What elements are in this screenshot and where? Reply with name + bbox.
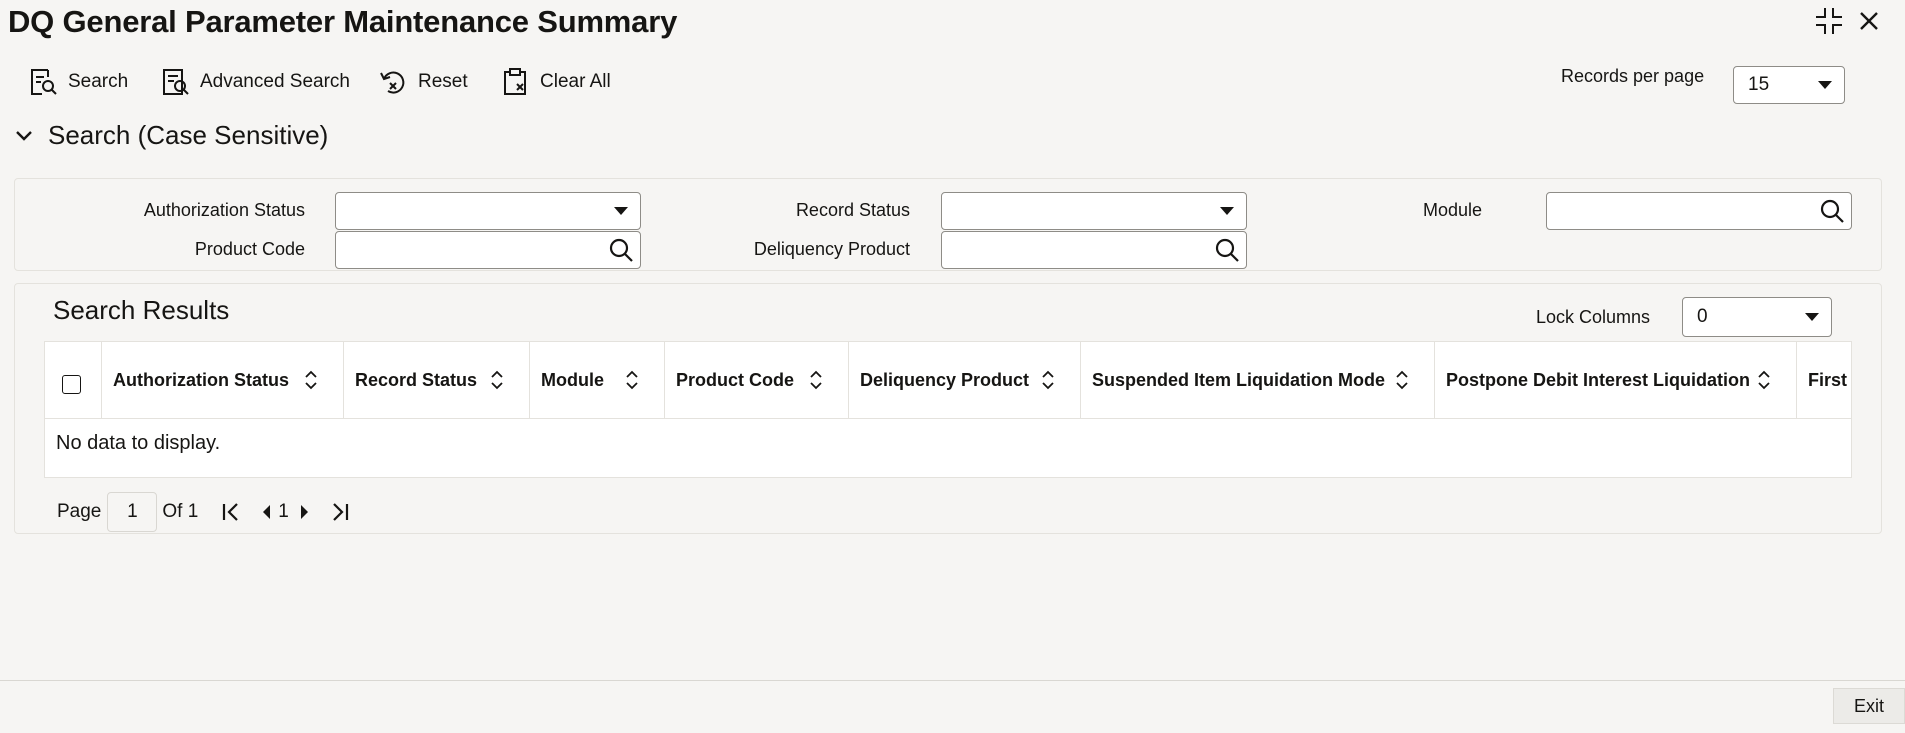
- page-label: Page: [57, 501, 102, 522]
- sort-icon[interactable]: [1041, 369, 1055, 391]
- column-header[interactable]: Deliquency Product: [848, 342, 1080, 418]
- record-status-label: Record Status: [795, 200, 910, 220]
- authorization-status-select[interactable]: [335, 192, 641, 230]
- reset-button-label: Reset: [418, 71, 468, 92]
- close-icon[interactable]: [1852, 4, 1886, 38]
- clear-all-button-label: Clear All: [540, 71, 611, 92]
- advanced-search-button[interactable]: Advanced Search: [160, 62, 350, 102]
- exit-button[interactable]: Exit: [1833, 688, 1905, 724]
- module-field[interactable]: [1546, 192, 1852, 230]
- column-header-label: First L: [1808, 369, 1851, 390]
- column-header[interactable]: Suspended Item Liquidation Mode: [1080, 342, 1434, 418]
- column-header[interactable]: First L: [1796, 342, 1851, 418]
- collapse-icon[interactable]: [1812, 4, 1846, 38]
- search-section-toggle[interactable]: Search (Case Sensitive): [14, 120, 328, 151]
- search-icon[interactable]: [608, 237, 634, 263]
- column-header-label: Record Status: [355, 369, 478, 390]
- search-icon[interactable]: [1214, 237, 1240, 263]
- reset-icon: [380, 71, 405, 94]
- column-header[interactable]: Product Code: [664, 342, 848, 418]
- sort-icon[interactable]: [1395, 369, 1409, 391]
- clear-all-button[interactable]: Clear All: [500, 62, 611, 102]
- chevron-down-icon: [1220, 207, 1234, 215]
- pagination: Page 1 Of 1 1: [57, 492, 351, 532]
- chevron-down-icon: [614, 207, 628, 215]
- column-header[interactable]: Record Status: [343, 342, 529, 418]
- column-header-label: Authorization Status: [113, 369, 289, 390]
- search-icon[interactable]: [1819, 198, 1845, 224]
- lock-columns-label: Lock Columns: [1536, 307, 1651, 327]
- clipboard-icon: [504, 68, 526, 95]
- reset-button[interactable]: Reset: [378, 62, 468, 102]
- page-of-label: Of 1: [162, 501, 199, 522]
- footer-bar: [0, 680, 1905, 733]
- previous-page-icon[interactable]: [260, 503, 272, 521]
- search-section-title: Search (Case Sensitive): [48, 120, 329, 150]
- deliquency-product-field[interactable]: [941, 231, 1247, 269]
- search-button[interactable]: Search: [28, 62, 128, 102]
- search-results-title: Search Results: [53, 295, 230, 325]
- chevron-down-icon: [1805, 313, 1819, 321]
- record-status-select[interactable]: [941, 192, 1247, 230]
- column-header-label: Postpone Debit Interest Liquidation: [1446, 369, 1751, 390]
- column-header-label: Deliquency Product: [860, 369, 1030, 390]
- empty-message: No data to display.: [56, 432, 221, 454]
- column-header-label: Product Code: [676, 369, 795, 390]
- search-button-label: Search: [68, 71, 129, 92]
- module-label: Module: [1422, 200, 1482, 220]
- select-all-checkbox[interactable]: [62, 375, 81, 394]
- current-page-number: 1: [278, 501, 289, 522]
- records-per-page-select[interactable]: 15: [1733, 66, 1845, 104]
- advanced-search-button-label: Advanced Search: [200, 71, 350, 92]
- column-header[interactable]: Authorization Status: [101, 342, 343, 418]
- sort-icon[interactable]: [625, 369, 639, 391]
- sort-icon[interactable]: [1757, 369, 1771, 391]
- records-per-page-label: Records per page: [1561, 66, 1705, 86]
- column-header-label: Suspended Item Liquidation Mode: [1092, 369, 1386, 390]
- sort-icon[interactable]: [490, 369, 504, 391]
- search-doc-icon: [31, 69, 57, 95]
- column-header[interactable]: Postpone Debit Interest Liquidation: [1434, 342, 1796, 418]
- last-page-icon[interactable]: [329, 501, 351, 523]
- results-table: Authorization Status Record Status Modul…: [44, 341, 1852, 478]
- chevron-down-icon: [1818, 81, 1832, 89]
- records-per-page-value: 15: [1748, 74, 1770, 95]
- product-code-field[interactable]: [335, 231, 641, 269]
- page-title: DQ General Parameter Maintenance Summary: [8, 4, 678, 39]
- first-page-icon[interactable]: [220, 501, 242, 523]
- advanced-search-icon: [163, 69, 189, 95]
- lock-columns-select[interactable]: 0: [1682, 297, 1832, 337]
- deliquency-product-label: Deliquency Product: [753, 239, 910, 259]
- product-code-label: Product Code: [194, 239, 305, 259]
- sort-icon[interactable]: [809, 369, 823, 391]
- column-header-label: Module: [541, 369, 604, 390]
- next-page-icon[interactable]: [299, 503, 311, 521]
- chevron-down-icon: [16, 130, 32, 141]
- table-header: Authorization Status Record Status Modul…: [45, 342, 1851, 419]
- authorization-status-label: Authorization Status: [143, 200, 305, 220]
- sort-icon[interactable]: [304, 369, 318, 391]
- column-header[interactable]: Module: [529, 342, 664, 418]
- lock-columns-value: 0: [1697, 306, 1708, 327]
- page-number-input[interactable]: 1: [107, 492, 158, 532]
